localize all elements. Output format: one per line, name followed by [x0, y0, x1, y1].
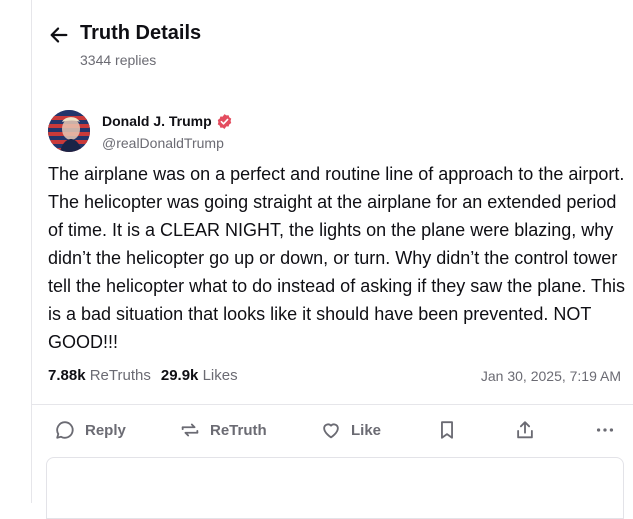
post-text: The airplane was on a perfect and routin… — [48, 164, 626, 352]
divider — [32, 404, 633, 405]
retruth-label: ReTruth — [210, 421, 267, 439]
retruth-icon — [181, 423, 199, 437]
retruths-count: 7.88k — [48, 367, 86, 384]
retruth-button[interactable]: ReTruth — [179, 418, 267, 442]
reply-button[interactable]: Reply — [54, 418, 126, 442]
bookmark-button[interactable] — [436, 418, 458, 442]
avatar-image — [48, 110, 90, 152]
page-title: Truth Details — [80, 22, 202, 44]
reply-composer[interactable] — [46, 457, 624, 519]
more-icon — [596, 428, 614, 432]
share-button[interactable] — [514, 418, 536, 442]
back-arrow-icon[interactable] — [48, 24, 70, 46]
reply-icon — [56, 421, 74, 439]
author-name[interactable]: Donald J. Trump — [102, 113, 212, 129]
reply-label: Reply — [85, 421, 126, 439]
reply-count: 3344 replies — [80, 52, 157, 68]
likes-stat[interactable]: 29.9k Likes — [161, 367, 238, 384]
likes-label: Likes — [202, 367, 238, 384]
retruths-stat[interactable]: 7.88k ReTruths — [48, 367, 151, 384]
like-icon — [323, 423, 339, 439]
like-label: Like — [351, 421, 382, 439]
column-border — [31, 0, 32, 503]
more-button[interactable] — [594, 418, 616, 442]
post-stats: 7.88k ReTruths 29.9k Likes — [48, 367, 238, 384]
bookmark-icon — [441, 421, 453, 439]
like-button[interactable]: Like — [320, 418, 381, 442]
post-timestamp: Jan 30, 2025, 7:19 AM — [480, 368, 621, 384]
author-handle[interactable]: @realDonaldTrump — [102, 135, 224, 151]
avatar[interactable] — [48, 110, 90, 152]
verified-badge-icon — [217, 114, 232, 129]
likes-count: 29.9k — [160, 367, 199, 384]
share-icon — [517, 421, 533, 439]
retruths-label: ReTruths — [89, 367, 151, 384]
